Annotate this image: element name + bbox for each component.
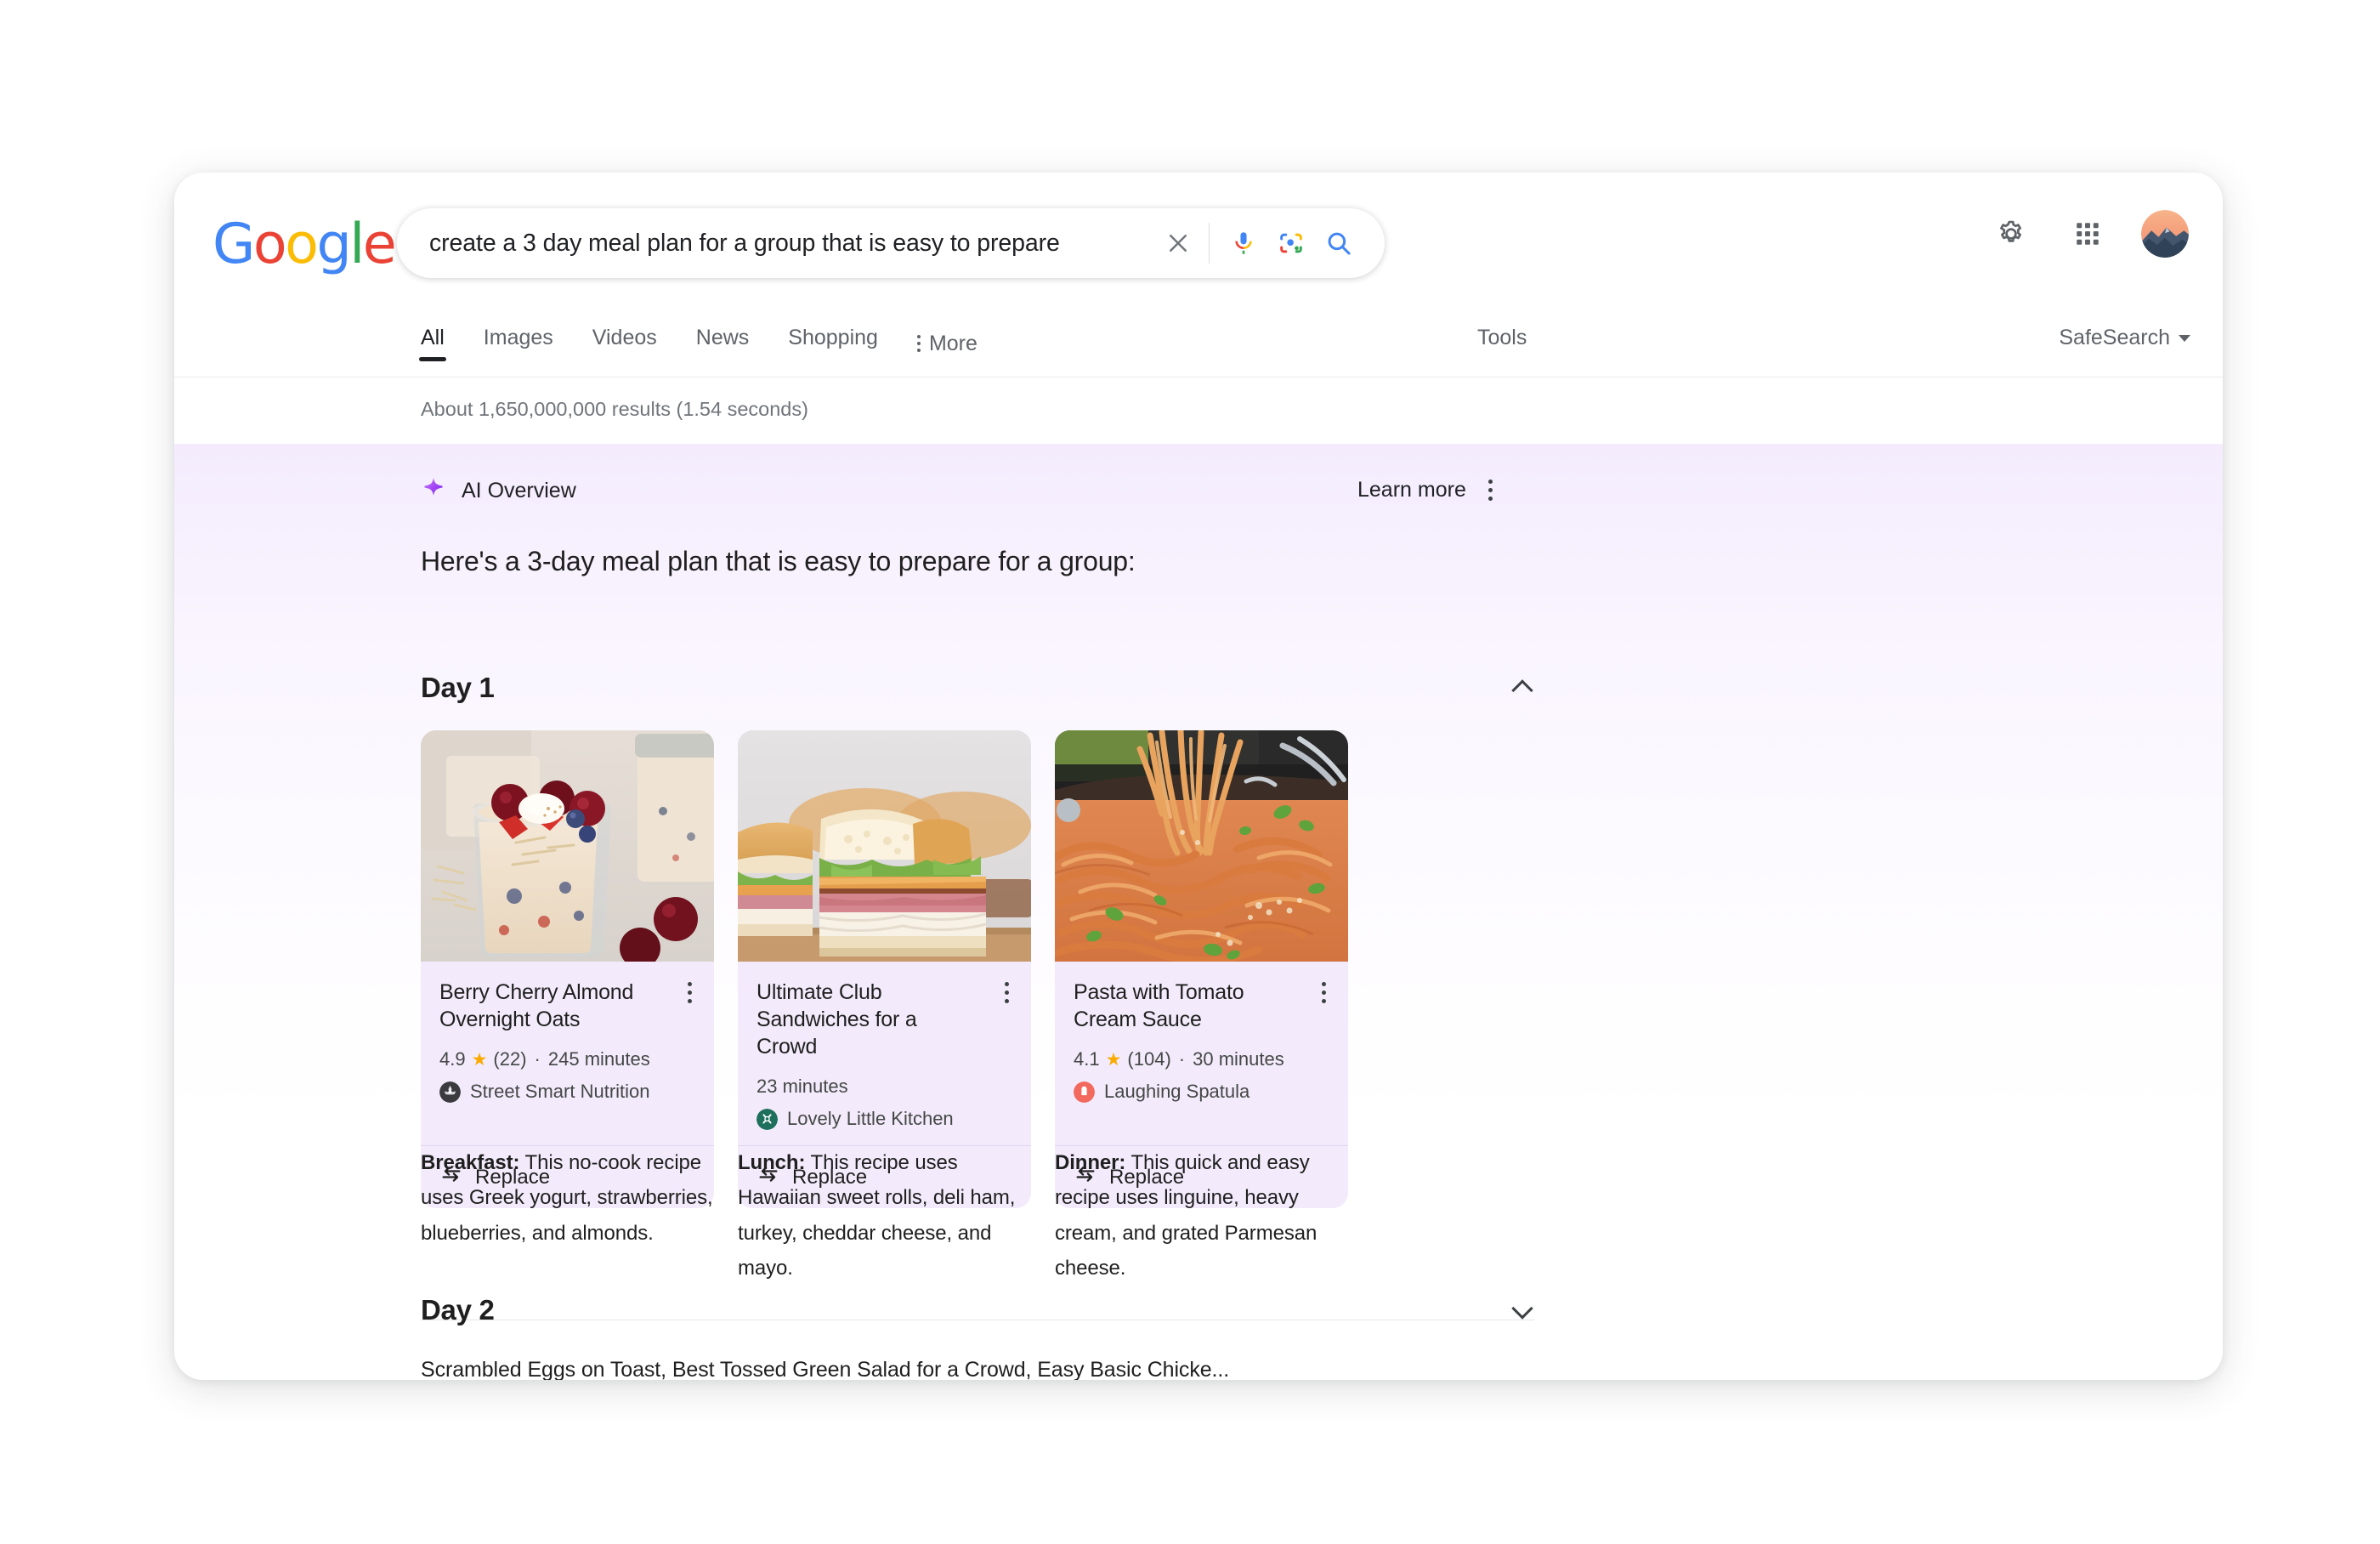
safesearch-label: SafeSearch [2059,326,2170,349]
ai-overview-lead-text: Here's a 3-day meal plan that is easy to… [421,546,1136,576]
meta-separator: · [534,1048,541,1070]
recipe-title: Berry Cherry Almond Overnight Oats [439,980,634,1031]
search-submit-button[interactable] [1315,219,1363,267]
safesearch-dropdown[interactable]: SafeSearch [2059,326,2190,350]
source-name: Lovely Little Kitchen [787,1108,954,1129]
tools-button[interactable]: Tools [1477,326,1527,350]
recipe-card-body: Berry Cherry Almond Overnight Oats 4.9 ★… [421,962,714,1145]
meal-label: Breakfast: [421,1151,520,1174]
day-2-header[interactable]: Day 2 [421,1294,1534,1326]
meal-label: Lunch: [738,1151,806,1174]
result-stats-row: About 1,650,000,000 results (1.54 second… [174,377,2223,444]
meal-description: Lunch: This recipe uses Hawaiian sweet r… [738,1145,1031,1286]
browser-window: Google create a 3 day meal plan for a gr… [174,173,2223,1380]
recipe-duration: 245 minutes [547,1048,650,1070]
recipe-duration: 30 minutes [1193,1048,1284,1070]
source-name: Street Smart Nutrition [470,1081,650,1102]
search-divider [1209,223,1210,264]
tab-more[interactable]: More [916,310,978,361]
day-2-title: Day 2 [421,1294,495,1325]
star-icon: ★ [1105,1049,1122,1070]
recipe-card[interactable]: Pasta with Tomato Cream Sauce 4.1 ★ (104… [1055,730,1348,1208]
tab-news[interactable]: News [696,310,750,361]
search-input[interactable] [428,228,1154,258]
result-stats: About 1,650,000,000 results (1.54 second… [421,398,808,420]
recipe-duration: 23 minutes [756,1076,848,1097]
meal-descriptions: Breakfast: This no-cook recipe uses Gree… [421,1145,1348,1286]
ai-overview-title: AI Overview [462,479,576,502]
tab-all[interactable]: All [419,310,446,361]
recipe-source[interactable]: Street Smart Nutrition [439,1081,695,1103]
recipe-reviews: (22) [493,1048,527,1070]
ai-overview-actions: Learn more [1357,476,1496,504]
recipe-title: Pasta with Tomato Cream Sauce [1074,980,1244,1031]
recipe-image-tomato-cream-pasta [1055,730,1348,962]
source-name: Laughing Spatula [1104,1081,1250,1102]
clear-search-button[interactable] [1154,219,1202,267]
sparkle-icon [421,476,446,506]
recipe-options-icon[interactable] [684,979,695,1007]
chevron-down-icon[interactable] [1512,1299,1534,1321]
screen: Google create a 3 day meal plan for a gr… [0,0,2380,1544]
chevron-down-icon [2179,334,2190,342]
learn-more-link[interactable]: Learn more [1357,478,1466,502]
google-lens-camera-icon[interactable] [1267,219,1315,267]
search-tabs: All Images Videos News Shopping More [419,310,1017,377]
tab-shopping[interactable]: Shopping [788,310,878,361]
source-favicon-icon [1074,1081,1095,1103]
user-avatar[interactable] [2141,210,2189,258]
recipe-source[interactable]: Laughing Spatula [1074,1081,1329,1103]
recipe-meta: 23 minutes [756,1076,1012,1098]
gear-icon[interactable] [1988,211,2034,257]
tab-more-label: More [928,331,978,355]
more-options-icon[interactable] [1485,476,1496,504]
tab-images[interactable]: Images [484,310,553,361]
google-logo[interactable]: Google [212,217,397,272]
microphone-icon[interactable] [1220,219,1267,267]
recipe-options-icon[interactable] [1001,979,1012,1007]
tab-videos[interactable]: Videos [592,310,657,361]
recipe-card[interactable]: Berry Cherry Almond Overnight Oats 4.9 ★… [421,730,714,1208]
day-1-title: Day 1 [421,672,495,703]
more-dots-icon [916,335,921,352]
meal-label: Dinner: [1055,1151,1126,1174]
recipe-card-body: Pasta with Tomato Cream Sauce 4.1 ★ (104… [1055,962,1348,1145]
search-tabs-bar: All Images Videos News Shopping More Too… [174,310,2223,377]
search-header: Google [174,173,2223,310]
recipe-image-club-sandwich [738,730,1031,962]
day-2-summary: Scrambled Eggs on Toast, Best Tossed Gre… [421,1358,1230,1380]
recipe-title: Ultimate Club Sandwiches for a Crowd [756,980,917,1059]
recipe-rating: 4.1 [1074,1048,1100,1070]
ai-overview-panel: AI Overview Learn more Here's a 3-day me… [174,444,2223,1380]
recipe-image-overnight-oats [421,730,714,962]
recipe-reviews: (104) [1127,1048,1171,1070]
recipe-meta: 4.9 ★ (22) · 245 minutes [439,1048,695,1070]
source-favicon-icon [756,1108,778,1130]
recipe-card-body: Ultimate Club Sandwiches for a Crowd 23 … [738,962,1031,1145]
recipe-options-icon[interactable] [1318,979,1329,1007]
recipe-card-list: Berry Cherry Almond Overnight Oats 4.9 ★… [421,730,1348,1208]
star-icon: ★ [471,1049,488,1070]
recipe-meta: 4.1 ★ (104) · 30 minutes [1074,1048,1329,1070]
meal-description: Dinner: This quick and easy recipe uses … [1055,1145,1348,1286]
source-favicon-icon [439,1081,461,1103]
search-bar[interactable] [397,208,1385,278]
recipe-card[interactable]: Ultimate Club Sandwiches for a Crowd 23 … [738,730,1031,1208]
chevron-up-icon[interactable] [1512,677,1534,699]
recipe-source[interactable]: Lovely Little Kitchen [756,1108,1012,1130]
meta-separator: · [1178,1048,1186,1070]
apps-grid-icon[interactable] [2065,211,2111,257]
recipe-rating: 4.9 [439,1048,466,1070]
header-actions [1988,210,2189,258]
meal-description: Breakfast: This no-cook recipe uses Gree… [421,1145,714,1286]
day-1-header[interactable]: Day 1 [421,672,1534,704]
